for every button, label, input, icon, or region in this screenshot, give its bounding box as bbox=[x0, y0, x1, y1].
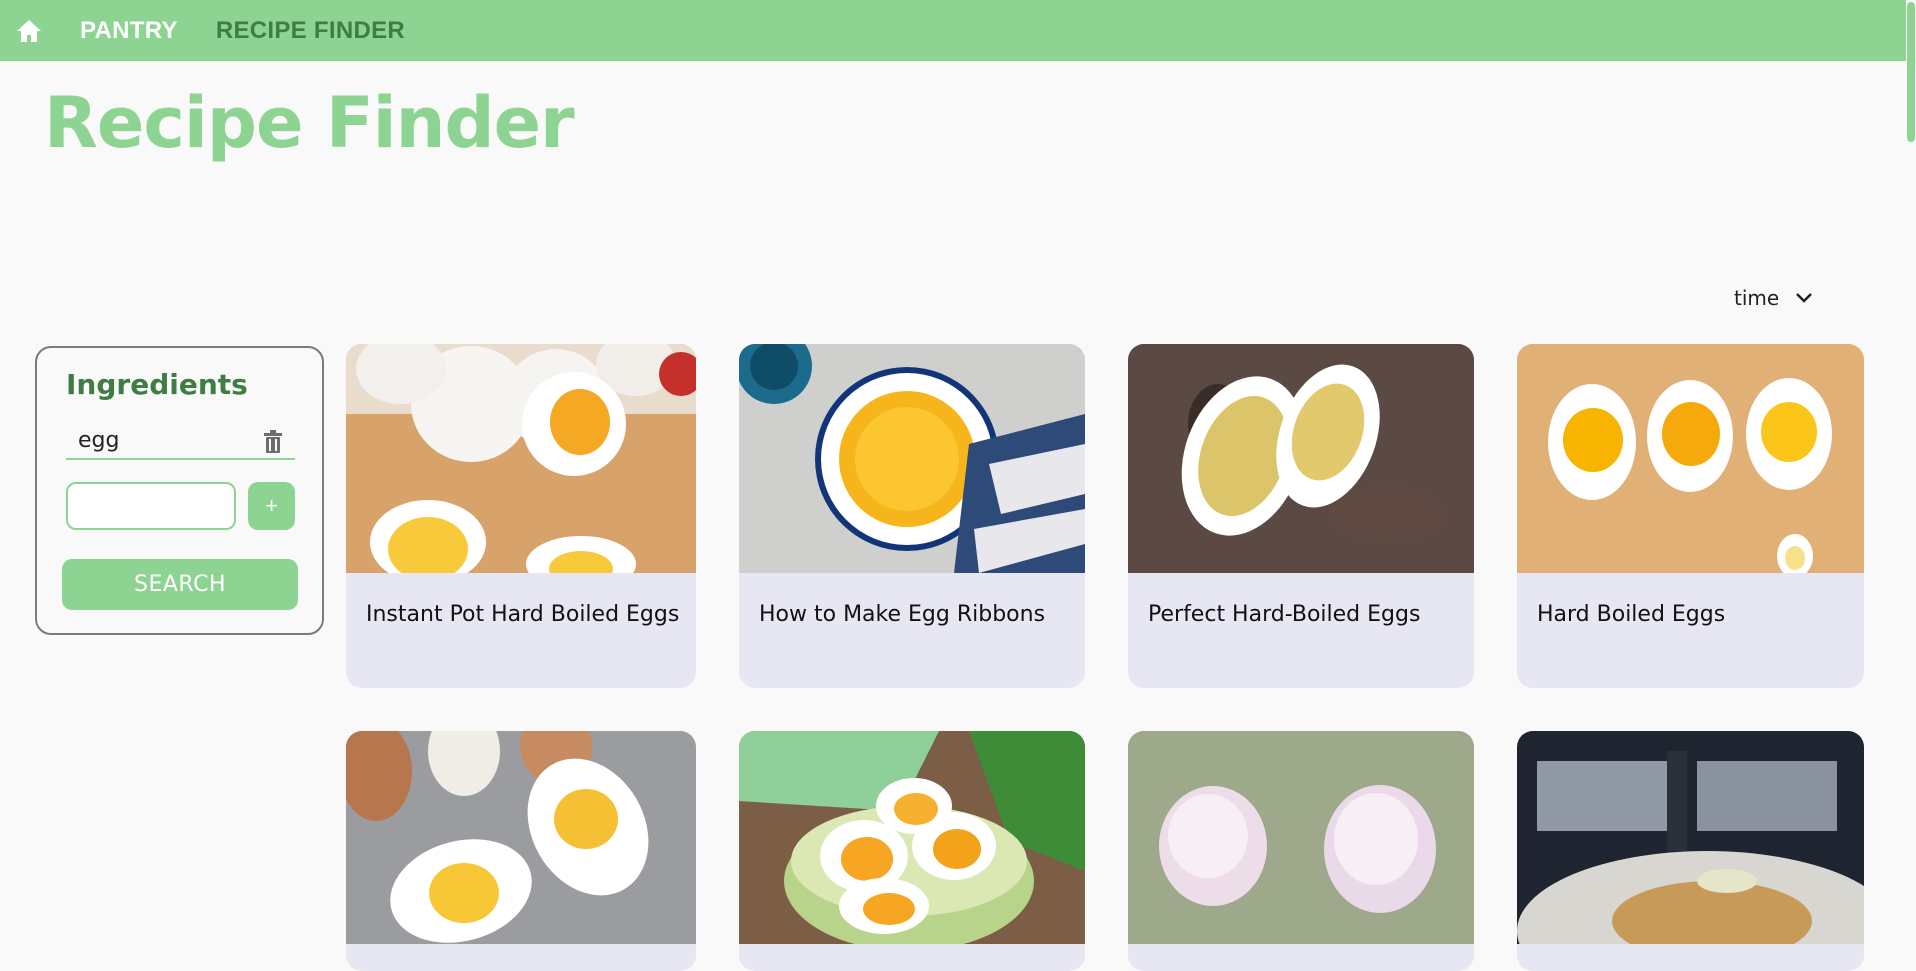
ingredient-item: egg bbox=[66, 426, 295, 460]
chevron-down-icon bbox=[1796, 293, 1813, 303]
recipe-card[interactable] bbox=[739, 731, 1085, 971]
recipe-image bbox=[346, 344, 696, 573]
recipe-card[interactable]: How to Make Egg Ribbons bbox=[739, 344, 1085, 688]
trash-icon[interactable] bbox=[263, 430, 283, 454]
recipe-card[interactable]: Hard Boiled Eggs bbox=[1517, 344, 1864, 688]
recipe-image bbox=[1517, 344, 1864, 573]
sort-selected-value: time bbox=[1734, 286, 1780, 310]
recipe-title: Hard Boiled Eggs bbox=[1537, 602, 1726, 627]
recipe-card[interactable]: Instant Pot Hard Boiled Eggs bbox=[346, 344, 696, 688]
recipe-image bbox=[1128, 344, 1474, 573]
recipe-card[interactable] bbox=[1128, 731, 1474, 971]
ingredient-name: egg bbox=[78, 428, 120, 453]
ingredients-panel: Ingredients egg + SEARCH bbox=[35, 346, 324, 635]
home-button[interactable] bbox=[14, 16, 44, 46]
ingredient-input[interactable] bbox=[66, 482, 236, 530]
recipe-card[interactable] bbox=[346, 731, 696, 971]
ingredients-title: Ingredients bbox=[66, 368, 248, 401]
page-title: Recipe Finder bbox=[44, 82, 575, 164]
recipe-image bbox=[739, 731, 1085, 944]
recipe-image bbox=[1517, 731, 1864, 944]
home-icon bbox=[17, 19, 41, 42]
recipe-title: Instant Pot Hard Boiled Eggs bbox=[366, 602, 680, 627]
add-ingredient-button[interactable]: + bbox=[248, 482, 295, 530]
scrollbar-track[interactable] bbox=[1906, 0, 1916, 955]
recipe-card[interactable] bbox=[1517, 731, 1864, 971]
recipe-title: Perfect Hard-Boiled Eggs bbox=[1148, 602, 1421, 627]
recipe-title: How to Make Egg Ribbons bbox=[759, 602, 1046, 627]
recipe-image bbox=[1128, 731, 1474, 944]
recipe-image bbox=[739, 344, 1085, 573]
nav-link-pantry[interactable]: PANTRY bbox=[80, 17, 178, 45]
recipe-image bbox=[346, 731, 696, 944]
scrollbar-thumb[interactable] bbox=[1907, 2, 1915, 142]
search-button[interactable]: SEARCH bbox=[62, 559, 298, 610]
top-navbar: PANTRY RECIPE FINDER bbox=[0, 0, 1916, 61]
sort-dropdown[interactable]: time bbox=[1734, 286, 1813, 310]
nav-link-recipe-finder[interactable]: RECIPE FINDER bbox=[216, 17, 405, 45]
recipe-card[interactable]: Perfect Hard-Boiled Eggs bbox=[1128, 344, 1474, 688]
